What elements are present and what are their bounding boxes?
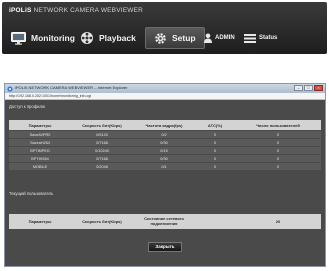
window-controls: – □ × [294, 85, 323, 91]
nav-setup[interactable]: Setup [145, 27, 205, 49]
monitor-icon [11, 31, 26, 45]
table-cell: 0 [213, 140, 217, 145]
window-title: iPOLiS NETWORK CAMERA WEBVIEWER -- Inter… [15, 85, 128, 90]
table-cell: 0/30 [160, 140, 168, 145]
table-cell: MOBILE [32, 164, 48, 169]
table-row: BPTIH264 0/7168 0/30 0 0 [9, 155, 321, 163]
table-cell: 0/2048 [96, 164, 108, 169]
table-cell: 0 [213, 132, 217, 137]
profile-table-header: Параметры Скорость бит(Kbps) Частота кад… [9, 120, 321, 130]
table-cell: 0 [276, 164, 280, 169]
col-header: Параметры [28, 219, 52, 224]
col-header: Скорость бит(Kbps) [82, 219, 122, 224]
nav-status-label: Status [259, 35, 278, 41]
status-icon [244, 33, 256, 43]
ie-icon [7, 85, 13, 92]
table-cell: 0/30 [160, 156, 168, 161]
table-cell: 0/7168 [96, 140, 108, 145]
col-header: Параметры [28, 123, 52, 128]
table-cell: 0 [276, 140, 280, 145]
film-reel-icon [80, 31, 94, 45]
col-header: 20 [275, 219, 281, 224]
col-header: Число пользователей [256, 123, 300, 128]
brand-name: NETWORK CAMERA WEBVIEWER [33, 7, 144, 14]
app-header: iPOLiS NETWORK CAMERA WEBVIEWER Monitori… [2, 2, 327, 54]
col-header: Состояние сетевого подключения [144, 216, 184, 226]
nav-setup-label: Setup [172, 33, 196, 43]
col-header: АТС(%) [207, 123, 223, 128]
col-header: Скорость бит(Kbps) [82, 123, 122, 128]
monitoring-info-window: iPOLiS NETWORK CAMERA WEBVIEWER -- Inter… [4, 83, 326, 267]
address-bar[interactable]: http://192.168.0.252:1001/home/monitorin… [5, 93, 325, 100]
brand-prefix: iPOLiS [9, 7, 32, 14]
window-titlebar[interactable]: iPOLiS NETWORK CAMERA WEBVIEWER -- Inter… [5, 84, 325, 93]
table-cell: BPTIH264 [31, 156, 49, 161]
nav-admin[interactable]: ADMIN [204, 28, 235, 48]
address-url: http://192.168.0.252:1001/home/monitorin… [9, 94, 92, 98]
table-cell: 0 [213, 156, 217, 161]
col-header: Частота кадра(fps) [145, 123, 183, 128]
table-row: BPTIMPEG 0/10240 0/15 0 0 [9, 147, 321, 155]
close-button[interactable]: Закрыть [148, 242, 182, 252]
profile-section-label: Доступ к профилю [9, 104, 46, 109]
minimize-button[interactable]: – [294, 85, 303, 91]
nav-admin-label: ADMIN [215, 35, 235, 41]
nav-status[interactable]: Status [244, 28, 277, 48]
table-cell: 0/1 [161, 164, 167, 169]
table-cell: BPTIMPEG [30, 148, 50, 153]
nav-monitoring[interactable]: Monitoring [11, 28, 75, 48]
table-cell: 0/10240 [95, 148, 109, 153]
maximize-button[interactable]: □ [304, 85, 313, 91]
table-cell: 0 [276, 156, 280, 161]
gear-icon [154, 32, 167, 45]
table-cell: 0 [276, 148, 280, 153]
table-row: MOBILE 0/2048 0/1 0 0 [9, 163, 321, 171]
table-cell: 0/7168 [96, 156, 108, 161]
user-icon [204, 33, 212, 43]
current-user-table-header: Параметры Скорость бит(Kbps) Состояние с… [9, 214, 321, 229]
table-row: SaveAVPR0 0/5120 0/2 0 0 [9, 131, 321, 139]
nav-monitoring-label: Monitoring [31, 33, 75, 43]
table-cell: SaveAVPR0 [29, 132, 51, 137]
table-cell: 0 [213, 148, 217, 153]
nav-playback[interactable]: Playback [80, 28, 136, 48]
table-cell: 0/2 [161, 132, 167, 137]
main-nav: Monitoring Playback Setup ADMIN Status [2, 22, 327, 54]
table-cell: 0 [213, 164, 217, 169]
window-content: Доступ к профилю Параметры Скорость бит(… [5, 100, 325, 266]
table-row: SaveaH264 0/7168 0/30 0 0 [9, 139, 321, 147]
close-window-button[interactable]: × [314, 85, 323, 91]
table-cell: SaveaH264 [30, 140, 50, 145]
current-user-section-label: Текущий пользователь [9, 191, 54, 196]
nav-playback-label: Playback [99, 33, 136, 43]
table-cell: 0/15 [160, 148, 168, 153]
brand-title: iPOLiS NETWORK CAMERA WEBVIEWER [9, 7, 143, 14]
table-cell: 0/5120 [96, 132, 108, 137]
table-cell: 0 [276, 132, 280, 137]
